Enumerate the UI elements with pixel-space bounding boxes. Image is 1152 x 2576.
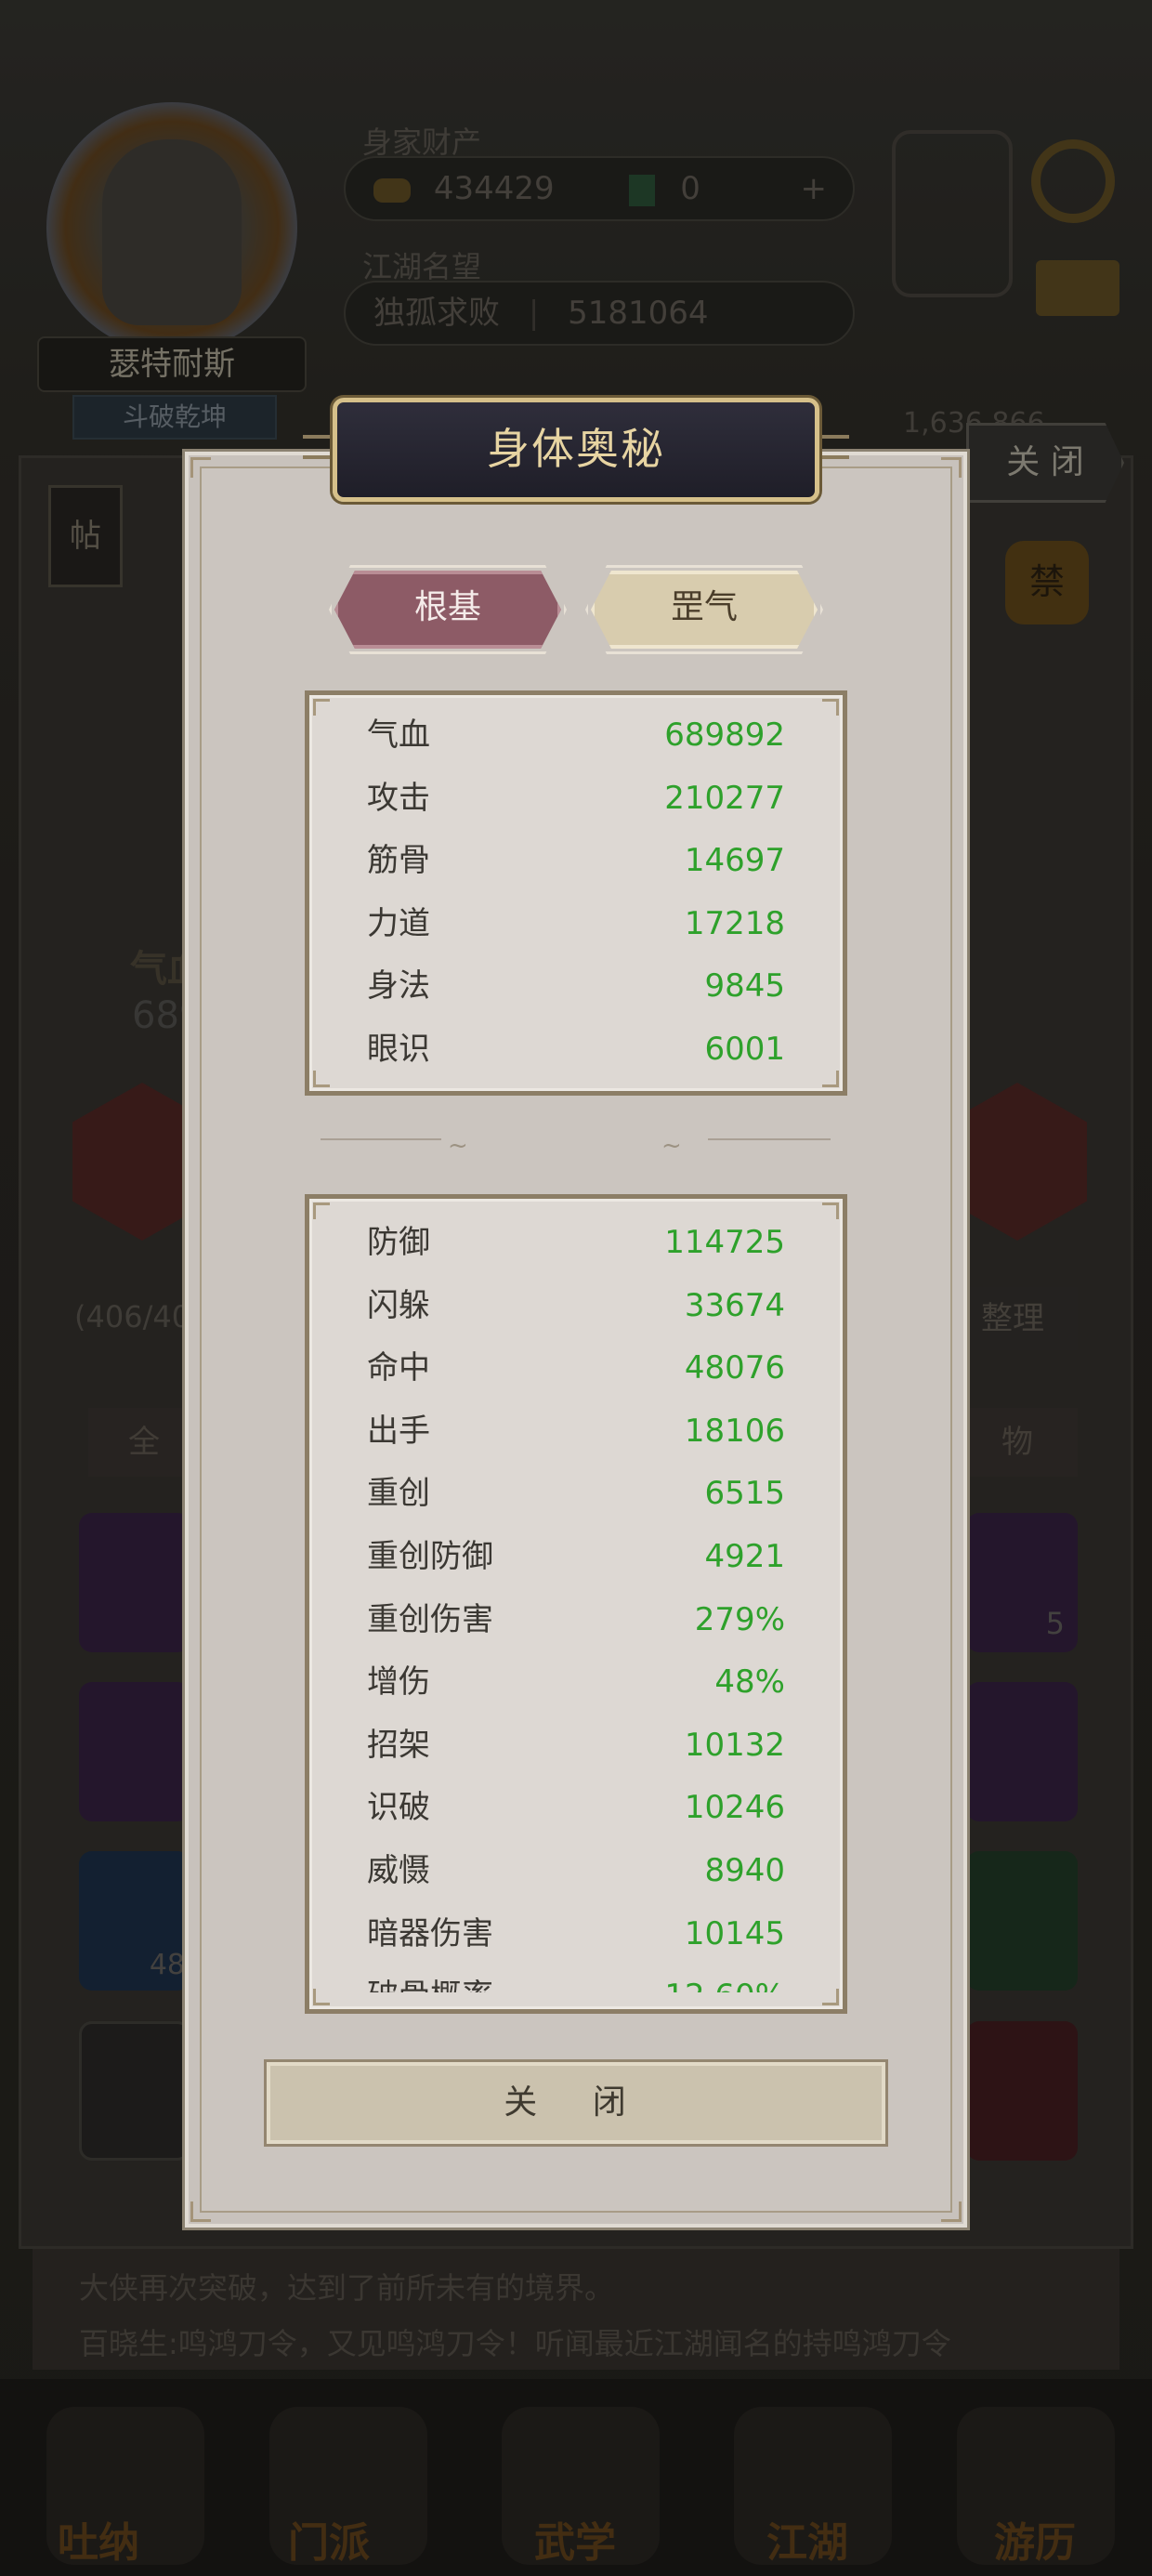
title-ornament-right bbox=[816, 435, 849, 459]
stat-value: 33674 bbox=[684, 1286, 785, 1324]
stat-row: 暗器伤害 10145 bbox=[309, 1903, 843, 1966]
stat-name: 出手 bbox=[367, 1412, 430, 1450]
stat-row: 威慑 8940 bbox=[309, 1840, 843, 1903]
stat-row: 防御 114725 bbox=[309, 1212, 843, 1275]
stat-row: 攻击 210277 bbox=[309, 768, 843, 831]
stat-name: 命中 bbox=[367, 1349, 430, 1387]
stat-name: 筋骨 bbox=[367, 842, 430, 880]
stat-name: 气血 bbox=[367, 716, 430, 754]
stat-row: 招架 10132 bbox=[309, 1715, 843, 1778]
stat-row: 重创伤害 279% bbox=[309, 1589, 843, 1652]
stat-value: 689892 bbox=[664, 716, 785, 754]
stat-row: 闪躲 33674 bbox=[309, 1275, 843, 1338]
tab-foundation[interactable]: 根基 bbox=[334, 571, 561, 649]
title-ornament-left bbox=[303, 435, 336, 459]
stat-name: 闪躲 bbox=[367, 1286, 430, 1324]
secondary-stats-panel[interactable]: 防御 114725 闪躲 33674 命中 48076 出手 18106 重创 6515 重创防御 4… bbox=[305, 1194, 847, 2014]
stat-value: 14697 bbox=[684, 842, 785, 880]
stat-name: 眼识 bbox=[367, 1030, 430, 1068]
stat-row: 增伤 48% bbox=[309, 1651, 843, 1715]
stat-value: 10145 bbox=[684, 1914, 785, 1952]
stat-row: 力道 17218 bbox=[309, 893, 843, 956]
stat-row: 命中 48076 bbox=[309, 1337, 843, 1400]
stat-row: 重创防御 4921 bbox=[309, 1526, 843, 1589]
corner-ornament bbox=[190, 457, 211, 478]
stat-value: 48076 bbox=[684, 1349, 785, 1387]
divider-line bbox=[321, 1138, 441, 1142]
stat-value: 9845 bbox=[704, 967, 785, 1005]
stat-row: 气血 689892 bbox=[309, 704, 843, 768]
stat-name: 破骨概率 bbox=[367, 1965, 493, 1992]
corner-ornament bbox=[190, 2201, 211, 2222]
stat-name: 重创伤害 bbox=[367, 1600, 493, 1638]
stat-value: 210277 bbox=[664, 779, 785, 817]
stat-row: 筋骨 14697 bbox=[309, 830, 843, 893]
corner-ornament bbox=[941, 457, 962, 478]
stat-value: 4921 bbox=[704, 1537, 785, 1575]
stat-row: 重创 6515 bbox=[309, 1463, 843, 1526]
primary-stats-list: 气血 689892 攻击 210277 筋骨 14697 力道 17218 身法 9845 眼识 60… bbox=[309, 704, 843, 1091]
stat-value: 6515 bbox=[704, 1475, 785, 1513]
divider-ornament: ~ bbox=[448, 1132, 468, 1160]
close-button[interactable]: 关 闭 bbox=[264, 2059, 888, 2147]
secondary-stats-list[interactable]: 防御 114725 闪躲 33674 命中 48076 出手 18106 重创 6515 重创防御 4… bbox=[309, 1212, 843, 1992]
stat-name: 威慑 bbox=[367, 1851, 430, 1889]
stat-name: 暗器伤害 bbox=[367, 1914, 493, 1952]
stat-value: 279% bbox=[694, 1600, 785, 1638]
stat-name: 攻击 bbox=[367, 779, 430, 817]
stat-value: 10132 bbox=[684, 1726, 785, 1764]
stat-value: 18106 bbox=[684, 1412, 785, 1450]
stat-value: 8940 bbox=[704, 1851, 785, 1889]
stat-name: 力道 bbox=[367, 904, 430, 942]
stat-name: 识破 bbox=[367, 1789, 430, 1827]
dialog-title-text: 身体奥秘 bbox=[487, 424, 665, 474]
stat-name: 身法 bbox=[367, 967, 430, 1005]
stat-row: 破骨概率 12.60% bbox=[309, 1965, 843, 1992]
corner-ornament bbox=[941, 2201, 962, 2222]
stat-value: 17218 bbox=[684, 904, 785, 942]
stat-row: 识破 10246 bbox=[309, 1777, 843, 1840]
tab-gangqi[interactable]: 罡气 bbox=[591, 571, 818, 649]
primary-stats-panel: 气血 689892 攻击 210277 筋骨 14697 力道 17218 身法 9845 眼识 60… bbox=[305, 690, 847, 1096]
stat-name: 重创 bbox=[367, 1475, 430, 1513]
divider-ornament: ~ bbox=[661, 1132, 682, 1160]
divider-line bbox=[708, 1138, 831, 1142]
stat-name: 重创防御 bbox=[367, 1537, 493, 1575]
stat-row: 出手 18106 bbox=[309, 1400, 843, 1464]
stat-row: 眼识 6001 bbox=[309, 1019, 843, 1082]
stat-row: 身法 9845 bbox=[309, 955, 843, 1019]
dialog-title: 身体奥秘 bbox=[333, 398, 819, 502]
stat-name: 增伤 bbox=[367, 1663, 430, 1702]
stat-value: 10246 bbox=[684, 1789, 785, 1827]
stat-value: 12.60% bbox=[664, 1965, 785, 1992]
stat-value: 6001 bbox=[704, 1030, 785, 1068]
stat-value: 48% bbox=[714, 1663, 785, 1702]
stat-value: 114725 bbox=[664, 1224, 785, 1261]
stat-name: 招架 bbox=[367, 1726, 430, 1764]
stat-name: 防御 bbox=[367, 1224, 430, 1261]
